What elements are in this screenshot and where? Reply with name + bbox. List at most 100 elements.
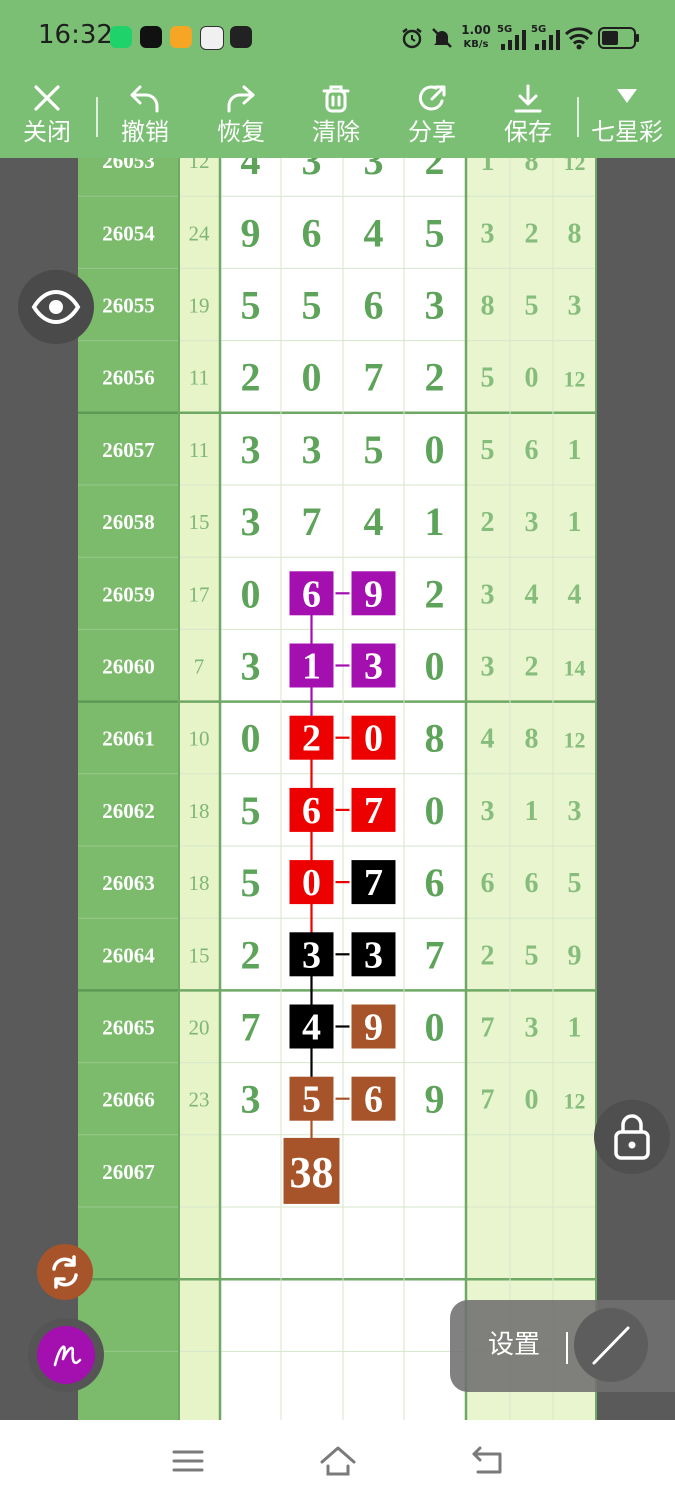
save-label: 保存 <box>504 118 552 146</box>
status-time: 16:32 <box>38 20 113 50</box>
highlighted-digit: 5 <box>302 1079 321 1121</box>
trend-grid[interactable]: 26053 12 4 3 3 2 1 8 1226054 24 9 6 4 5 3 2 826055 19 5 5 6 3… <box>78 158 597 1420</box>
lock-button[interactable] <box>594 1100 670 1174</box>
stat-value: 3 <box>481 218 495 249</box>
stat-value: 2 <box>481 507 495 538</box>
issue-number: 26058 <box>102 510 155 534</box>
digit-value: 5 <box>241 283 261 328</box>
pen-icon <box>53 1345 82 1367</box>
home-icon <box>320 1446 356 1476</box>
download-icon <box>514 84 542 113</box>
issue-number: 26061 <box>102 727 155 751</box>
highlighted-digit: 3 <box>302 934 321 976</box>
digit-value: 0 <box>425 1005 445 1050</box>
stat-value: 3 <box>568 291 582 322</box>
settings-panel[interactable]: 设置 <box>450 1300 675 1392</box>
digit-value: 2 <box>425 158 445 183</box>
highlighted-digit: 7 <box>364 862 383 904</box>
close-button[interactable]: 关闭 <box>2 75 92 158</box>
digit-value: 5 <box>241 788 261 833</box>
digit-value: 5 <box>241 860 261 905</box>
back-button[interactable] <box>458 1440 518 1482</box>
sum-value: 17 <box>189 582 210 606</box>
digit-value: 0 <box>302 355 322 400</box>
clear-button[interactable]: 清除 <box>291 75 381 158</box>
stat-value: 5 <box>525 940 539 971</box>
stat-value: 5 <box>481 435 495 466</box>
stat-value: 3 <box>481 796 495 827</box>
digit-value: 9 <box>425 1077 445 1122</box>
stat-value: 7 <box>481 1013 495 1044</box>
save-button[interactable]: 保存 <box>483 75 573 158</box>
digit-value: 3 <box>302 158 322 183</box>
issue-number: 26059 <box>102 582 155 606</box>
home-button[interactable] <box>308 1440 368 1482</box>
digit-value: 4 <box>364 210 384 255</box>
lottery-select-button[interactable]: 七星彩 <box>582 75 672 158</box>
stat-value: 14 <box>564 656 586 681</box>
sum-value: 7 <box>194 655 205 679</box>
highlighted-digit: 7 <box>364 790 383 832</box>
stat-value: 0 <box>525 363 539 394</box>
stat-value: 8 <box>568 218 582 249</box>
stat-value: 12 <box>564 728 586 753</box>
issue-number: 26057 <box>102 438 155 462</box>
digit-value: 0 <box>241 571 261 616</box>
sum-value: 19 <box>189 294 210 318</box>
digit-value: 0 <box>425 788 445 833</box>
lock-icon <box>614 1114 650 1160</box>
back-icon <box>472 1446 502 1474</box>
sum-value: 18 <box>189 799 210 823</box>
menu-button[interactable] <box>158 1440 218 1482</box>
issue-number: 26054 <box>102 221 155 245</box>
digit-value: 2 <box>425 571 445 616</box>
stat-value: 9 <box>568 940 582 971</box>
share-button[interactable]: 分享 <box>387 75 477 158</box>
stat-value: 6 <box>525 435 539 466</box>
highlighted-digit: 3 <box>364 646 383 688</box>
issue-number: 26060 <box>102 655 155 679</box>
settings-divider <box>566 1332 568 1364</box>
highlighted-digit: 3 <box>364 934 383 976</box>
stat-value: 8 <box>525 158 539 177</box>
share-icon <box>418 85 446 111</box>
pen-button[interactable] <box>28 1318 104 1392</box>
wechat-app-icon <box>110 26 132 48</box>
highlighted-digit: 9 <box>364 1007 383 1049</box>
sum-value: 20 <box>189 1016 210 1040</box>
refresh-button[interactable] <box>37 1244 93 1300</box>
stat-value: 4 <box>568 579 582 610</box>
lottery-trend-board[interactable]: 26053 12 4 3 3 2 1 8 12 26054 24 9 6 4 5 3 2 8 26055 19 5 5 6 3… <box>78 158 597 1420</box>
stat-value: 8 <box>481 291 495 322</box>
digit-value: 7 <box>241 1005 261 1050</box>
digit-value: 0 <box>425 427 445 472</box>
line-tool-button[interactable] <box>574 1308 648 1382</box>
redo-button[interactable]: 恢复 <box>196 75 286 158</box>
digit-value: 3 <box>241 644 261 689</box>
mute-bell-icon <box>430 26 454 54</box>
digit-value: 4 <box>364 499 384 544</box>
share-label: 分享 <box>408 118 456 146</box>
digit-value: 0 <box>425 644 445 689</box>
highlighted-digit: 6 <box>302 573 321 615</box>
stat-value: 6 <box>525 868 539 899</box>
wifi-icon <box>564 26 594 54</box>
digit-value: 1 <box>425 499 445 544</box>
net-speed: 1.00 KB/s <box>461 24 491 51</box>
issue-number: 26062 <box>102 799 155 823</box>
triangle-down-icon <box>617 89 637 103</box>
toolbar-divider <box>577 97 579 137</box>
menu-icon <box>172 1450 204 1472</box>
settings-label[interactable]: 设置 <box>488 1330 540 1360</box>
stat-value: 7 <box>481 1085 495 1116</box>
stat-value: 3 <box>525 1013 539 1044</box>
undo-button[interactable]: 撤销 <box>100 75 190 158</box>
highlighted-digit: 0 <box>302 862 321 904</box>
eye-toggle-button[interactable] <box>18 270 94 344</box>
issue-number: 26063 <box>102 871 155 895</box>
stat-value: 1 <box>481 158 495 177</box>
stat-value: 4 <box>481 724 495 755</box>
digit-value: 3 <box>364 158 384 183</box>
digit-value: 5 <box>425 210 445 255</box>
digit-value: 7 <box>302 499 322 544</box>
